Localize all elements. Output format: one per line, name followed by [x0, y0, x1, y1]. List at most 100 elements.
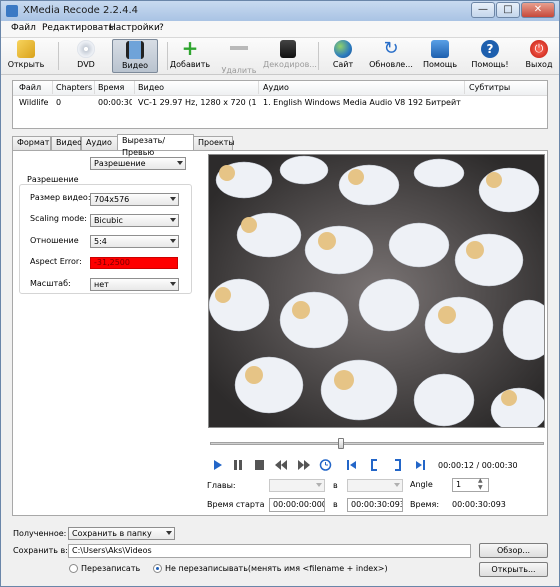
folder-open-icon: [17, 40, 35, 58]
no-overwrite-radio[interactable]: [153, 564, 162, 573]
decode-button[interactable]: Декодиров...: [263, 39, 317, 73]
angle-label: Angle: [410, 480, 433, 489]
result-label: Полученное:: [13, 529, 67, 538]
menu-file[interactable]: Файл: [11, 23, 36, 33]
app-window: XMedia Recode 2.2.4.4 — □ ✕ Файл Редакти…: [0, 0, 560, 587]
play-icon[interactable]: [211, 459, 224, 471]
chevron-down-icon: [170, 282, 176, 286]
rewind-icon[interactable]: [275, 459, 288, 471]
mark-in-icon[interactable]: [368, 459, 381, 471]
toolbar-separator: [58, 42, 59, 70]
maximize-button[interactable]: □: [496, 2, 520, 18]
col-audio[interactable]: Аудио: [263, 83, 289, 92]
globe-icon: [334, 40, 352, 58]
stop-icon[interactable]: [253, 459, 266, 471]
overwrite-radio[interactable]: [69, 564, 78, 573]
playback-time: 00:00:12 / 00:00:30: [438, 461, 518, 470]
go-to-start-icon[interactable]: [346, 459, 359, 471]
table-row[interactable]: Wildlife 0 00:00:30 VC-1 29.97 Hz, 1280 …: [13, 97, 547, 110]
clock-icon[interactable]: [319, 459, 332, 471]
film-icon: [126, 41, 144, 59]
menu-edit[interactable]: Редактировать: [42, 23, 114, 33]
duration-value: 00:00:30:093: [452, 500, 506, 509]
aspect-error-label: Aspect Error:: [30, 257, 82, 266]
save-path-input[interactable]: C:\Users\Aks\Videos: [68, 544, 471, 558]
chevron-down-icon: [166, 531, 172, 535]
delete-button[interactable]: Удалить: [219, 39, 259, 75]
exit-button[interactable]: ⏻ Выход: [523, 39, 555, 73]
title-bar: XMedia Recode 2.2.4.4 — □ ✕: [1, 1, 559, 21]
column-separator: [94, 81, 95, 94]
menu-bar: Файл Редактировать Настройки ?: [1, 21, 559, 38]
end-time-label: в: [333, 500, 338, 509]
start-time-field[interactable]: 00:00:00:000: [269, 498, 325, 512]
result-select[interactable]: Сохранить в папку: [68, 527, 175, 540]
overwrite-label[interactable]: Перезаписать: [81, 564, 140, 573]
disc-icon: [77, 40, 95, 58]
menu-help[interactable]: ?: [159, 23, 164, 33]
column-separator: [52, 81, 53, 94]
ratio-select[interactable]: 5:4: [90, 235, 179, 248]
open-button[interactable]: Открыть: [7, 39, 45, 73]
chapter-to-label: в: [333, 481, 338, 490]
column-separator: [258, 81, 259, 94]
col-subtitles[interactable]: Субтитры: [469, 83, 510, 92]
video-preview: [208, 154, 545, 428]
tab-video[interactable]: Видео: [51, 136, 82, 150]
fast-forward-icon[interactable]: [297, 459, 310, 471]
tab-strip: Формат Видео Аудио 1 Вырезать/Превью Про…: [12, 134, 548, 159]
col-file[interactable]: Файл: [19, 83, 41, 92]
save-to-label: Сохранить в:: [13, 546, 68, 555]
refresh-icon: ↻: [383, 38, 399, 59]
column-separator: [464, 81, 465, 94]
menu-settings[interactable]: Настройки: [109, 23, 160, 33]
tab-audio1[interactable]: Аудио 1: [81, 136, 118, 159]
dvd-button[interactable]: DVD: [67, 39, 105, 73]
update-button[interactable]: ↻ Обновле...: [367, 39, 415, 73]
col-time[interactable]: Время: [98, 83, 124, 92]
col-chapters[interactable]: Chapters: [56, 83, 92, 92]
site-button[interactable]: Сайт: [324, 39, 362, 73]
mark-out-icon[interactable]: [391, 459, 404, 471]
file-list[interactable]: Файл Chapters Время Видео Аудио Субтитры…: [12, 80, 548, 129]
browse-button[interactable]: Обзор...: [479, 543, 548, 558]
add-button[interactable]: + Добавить: [169, 38, 211, 73]
no-overwrite-label[interactable]: Не перезаписывать(менять имя <filename +…: [165, 564, 388, 573]
scale-select[interactable]: нет: [90, 278, 179, 291]
tab-crop-preview[interactable]: Вырезать/Превью: [117, 134, 194, 157]
help-button[interactable]: Помощь: [420, 39, 460, 73]
video-size-label: Размер видео:: [30, 193, 91, 202]
chapter-from-select[interactable]: [269, 479, 325, 492]
col-video[interactable]: Видео: [138, 83, 164, 92]
video-button[interactable]: Видео: [112, 39, 158, 73]
minimize-button[interactable]: —: [471, 2, 495, 18]
question-icon: ?: [481, 40, 499, 58]
tab-projects[interactable]: Проекты: [193, 136, 235, 150]
cell-time: 00:00:30: [98, 98, 132, 107]
seek-bar-track[interactable]: [210, 442, 544, 445]
video-frame: [209, 155, 544, 427]
tab-format[interactable]: Формат: [12, 136, 51, 150]
seek-bar-thumb[interactable]: [338, 438, 344, 449]
pause-icon[interactable]: [232, 459, 245, 471]
help2-button[interactable]: ? Помощь!: [468, 39, 512, 73]
spinner-up-icon[interactable]: ▲: [478, 477, 483, 484]
window-title: XMedia Recode 2.2.4.4: [23, 5, 138, 16]
video-size-select[interactable]: 704x576: [90, 193, 179, 206]
chevron-down-icon: [170, 197, 176, 201]
angle-spinner[interactable]: 1: [452, 478, 489, 492]
exit-icon: ⏻: [530, 40, 548, 58]
scale-label: Масштаб:: [30, 279, 71, 288]
minus-icon: [230, 46, 248, 64]
scaling-mode-select[interactable]: Bicubic: [90, 214, 179, 227]
go-to-end-icon[interactable]: [413, 459, 426, 471]
duration-label: Время:: [410, 500, 440, 509]
chapter-to-select[interactable]: [347, 479, 403, 492]
toolbar-separator: [167, 42, 168, 70]
spinner-down-icon[interactable]: ▼: [478, 484, 483, 491]
end-time-field[interactable]: 00:00:30:093: [347, 498, 403, 512]
cell-video: VC-1 29.97 Hz, 1280 x 720 (16:9): [138, 98, 257, 107]
file-list-header: Файл Chapters Время Видео Аудио Субтитры: [13, 81, 547, 96]
open-output-button[interactable]: Открыть...: [479, 562, 548, 577]
close-button[interactable]: ✕: [521, 2, 555, 18]
